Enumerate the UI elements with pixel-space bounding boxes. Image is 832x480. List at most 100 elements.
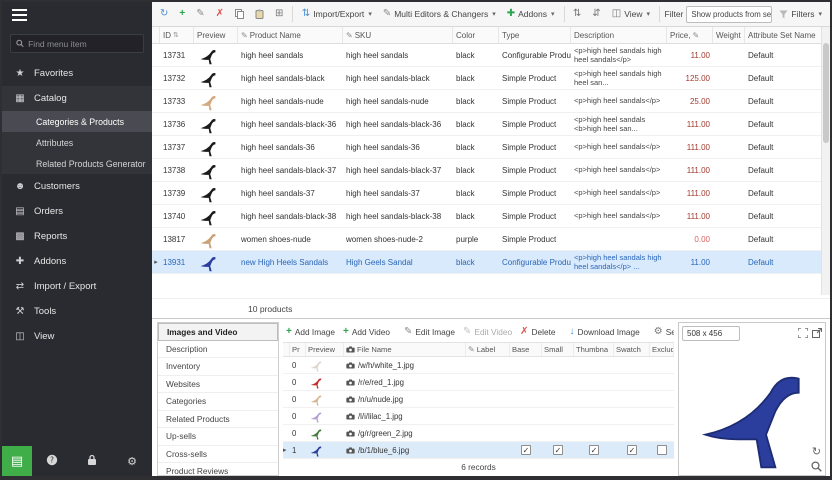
- sidebar-item-addons[interactable]: ✚Addons: [2, 249, 152, 274]
- checkbox-exclude[interactable]: [650, 357, 674, 373]
- image-size-field[interactable]: 508 x 456: [682, 326, 740, 341]
- column-thumbnail[interactable]: Thumbna: [574, 343, 614, 356]
- grid-scrollbar[interactable]: [821, 27, 830, 295]
- checkbox-base[interactable]: [510, 425, 542, 441]
- checkbox-base[interactable]: [510, 374, 542, 390]
- lock-icon[interactable]: [72, 454, 112, 469]
- set-resize-rule-button[interactable]: ⚙Set Resize Rule: [651, 325, 674, 339]
- column-sku[interactable]: ✎SKU: [343, 27, 453, 43]
- sidebar-item-categories-products[interactable]: Categories & Products: [2, 111, 152, 132]
- edit-product-button[interactable]: ✎: [192, 7, 208, 21]
- sidebar-item-orders[interactable]: ▤Orders: [2, 199, 152, 224]
- checkbox-small[interactable]: ✓: [542, 442, 574, 458]
- help-icon[interactable]: ?: [32, 454, 72, 469]
- column-img-preview[interactable]: Preview: [306, 343, 344, 356]
- table-row[interactable]: 13738 high heel sandals-black-37 high he…: [152, 159, 830, 182]
- image-row[interactable]: 0 /l/i/lilac_1.jpg: [283, 408, 674, 425]
- checkbox-small[interactable]: [542, 374, 574, 390]
- tab-related-products[interactable]: Related Products: [158, 411, 278, 429]
- sidebar-search-input[interactable]: [28, 39, 138, 49]
- tab-description[interactable]: Description: [158, 341, 278, 359]
- product-image-preview[interactable]: [679, 343, 825, 475]
- checkbox-thumbnail[interactable]: [574, 391, 614, 407]
- table-row[interactable]: 13736 high heel sandals-black-36 high he…: [152, 113, 830, 136]
- checkbox-thumbnail[interactable]: [574, 374, 614, 390]
- sidebar-item-related-products-generator[interactable]: Related Products Generator: [2, 153, 152, 174]
- filters-button[interactable]: Filters▾: [775, 7, 826, 21]
- image-row[interactable]: 0 /n/u/nude.jpg: [283, 391, 674, 408]
- refresh-button[interactable]: ↻: [156, 7, 172, 21]
- store-app-icon[interactable]: ▤: [2, 446, 32, 476]
- sidebar-item-attributes[interactable]: Attributes: [2, 132, 152, 153]
- table-row[interactable]: 13737 high heel sandals-36 high heel san…: [152, 136, 830, 159]
- tab-up-sells[interactable]: Up-sells: [158, 428, 278, 446]
- column-label[interactable]: ✎Label: [466, 343, 510, 356]
- multi-editors-button[interactable]: ✎Multi Editors & Changers▾: [379, 7, 500, 21]
- checkbox-swatch[interactable]: [614, 425, 650, 441]
- checkbox-swatch[interactable]: [614, 391, 650, 407]
- sidebar-item-customers[interactable]: ☻Customers: [2, 174, 152, 199]
- checkbox-thumbnail[interactable]: ✓: [574, 442, 614, 458]
- checkbox-swatch[interactable]: [614, 357, 650, 373]
- column-price[interactable]: Price,✎: [667, 27, 713, 43]
- addons-button[interactable]: ✚Addons▾: [503, 7, 559, 21]
- sidebar-item-catalog[interactable]: ▦Catalog: [2, 86, 152, 111]
- columns-button[interactable]: ⊞: [271, 7, 287, 21]
- checkbox-small[interactable]: [542, 357, 574, 373]
- download-image-button[interactable]: ↓Download Image: [566, 325, 642, 339]
- checkbox-swatch[interactable]: ✓: [614, 442, 650, 458]
- table-row[interactable]: 13733 high heel sandals-nude high heel s…: [152, 90, 830, 113]
- tab-categories[interactable]: Categories: [158, 393, 278, 411]
- checkbox-swatch[interactable]: [614, 374, 650, 390]
- tab-images-and-video[interactable]: Images and Video: [158, 323, 278, 341]
- checkbox-exclude[interactable]: [650, 374, 674, 390]
- fullscreen-icon[interactable]: [798, 328, 808, 338]
- hamburger-menu-icon[interactable]: [2, 2, 152, 28]
- tab-cross-sells[interactable]: Cross-sells: [158, 446, 278, 464]
- add-image-button[interactable]: +Add Image: [283, 325, 338, 339]
- checkbox-base[interactable]: [510, 408, 542, 424]
- table-row[interactable]: 13731 high heel sandals high heel sandal…: [152, 44, 830, 67]
- image-row[interactable]: 0 /w/h/white_1.jpg: [283, 357, 674, 374]
- checkbox-exclude[interactable]: [650, 408, 674, 424]
- checkbox-base[interactable]: [510, 391, 542, 407]
- column-position[interactable]: Pr: [290, 343, 306, 356]
- column-weight[interactable]: Weight: [713, 27, 745, 43]
- import-export-button[interactable]: ⇅Import/Export▾: [298, 7, 376, 21]
- sidebar-item-view[interactable]: ◫View: [2, 324, 152, 349]
- open-external-icon[interactable]: [812, 328, 822, 338]
- tab-product-reviews[interactable]: Product Reviews: [158, 463, 278, 476]
- table-row[interactable]: 13739 high heel sandals-37 high heel san…: [152, 182, 830, 205]
- column-exclude[interactable]: Exclude: [650, 343, 674, 356]
- sidebar-item-tools[interactable]: ⚒Tools: [2, 299, 152, 324]
- checkbox-exclude[interactable]: [650, 391, 674, 407]
- sort-asc-button[interactable]: ⇅: [569, 7, 585, 21]
- checkbox-exclude[interactable]: [650, 425, 674, 441]
- column-color[interactable]: Color: [453, 27, 499, 43]
- table-row[interactable]: 13817 women shoes-nude women shoes-nude-…: [152, 228, 830, 251]
- table-row[interactable]: 13732 high heel sandals-black high heel …: [152, 67, 830, 90]
- add-product-button[interactable]: +: [175, 7, 189, 21]
- delete-product-button[interactable]: ✗: [212, 7, 228, 21]
- grid-scrollbar-thumb[interactable]: [823, 43, 829, 143]
- image-row[interactable]: ▸ 1 /b/1/blue_6.jpg ✓ ✓ ✓ ✓: [283, 442, 674, 459]
- gear-icon[interactable]: ⚙: [112, 455, 152, 468]
- table-row[interactable]: 13740 high heel sandals-black-38 high he…: [152, 205, 830, 228]
- sort-desc-button[interactable]: ⇵: [588, 7, 604, 21]
- view-button[interactable]: ◫View▾: [608, 7, 654, 21]
- checkbox-thumbnail[interactable]: [574, 357, 614, 373]
- checkbox-small[interactable]: [542, 391, 574, 407]
- column-product-name[interactable]: ✎Product Name: [238, 27, 343, 43]
- tab-websites[interactable]: Websites: [158, 376, 278, 394]
- checkbox-base[interactable]: ✓: [510, 442, 542, 458]
- column-type[interactable]: Type: [499, 27, 571, 43]
- checkbox-small[interactable]: [542, 425, 574, 441]
- copy-button[interactable]: [231, 7, 248, 21]
- zoom-icon[interactable]: [811, 461, 822, 472]
- sidebar-item-reports[interactable]: ▩Reports: [2, 224, 152, 249]
- column-attribute-set[interactable]: Attribute Set Name: [745, 27, 830, 43]
- tab-inventory[interactable]: Inventory: [158, 358, 278, 376]
- checkbox-base[interactable]: [510, 357, 542, 373]
- edit-image-button[interactable]: ✎Edit Image: [401, 325, 458, 339]
- add-video-button[interactable]: +Add Video: [340, 325, 393, 339]
